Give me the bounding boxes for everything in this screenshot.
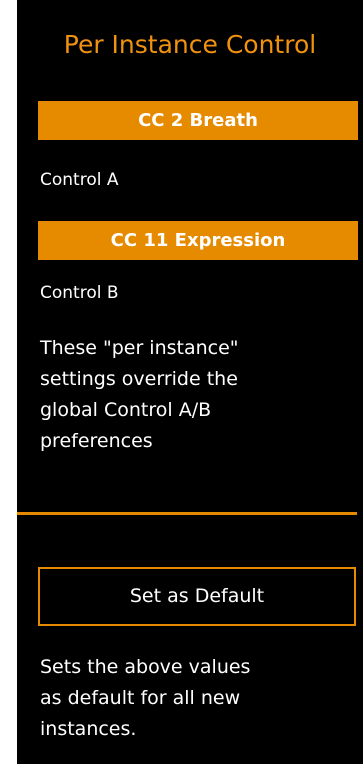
control-a-selector[interactable]: CC 2 Breath [38,101,358,140]
panel-title: Per Instance Control [63,30,317,59]
description-line: preferences [40,430,153,452]
set-as-default-button[interactable]: Set as Default [38,567,356,626]
control-b-label: Control B [40,283,119,303]
default-description: Sets the above values as default for all… [40,652,350,745]
default-description-line: instances. [40,718,137,740]
control-b-selector[interactable]: CC 11 Expression [38,221,358,260]
description-line: These "per instance" [40,337,239,359]
per-instance-control-panel: Per Instance Control CC 2 Breath Control… [17,0,363,764]
section-divider [17,512,357,515]
control-a-label: Control A [40,170,119,190]
description-line: global Control A/B [40,399,212,421]
description-line: settings override the [40,368,238,390]
per-instance-description: These "per instance" settings override t… [40,333,350,457]
default-description-line: Sets the above values [40,656,251,678]
default-description-line: as default for all new [40,687,241,709]
